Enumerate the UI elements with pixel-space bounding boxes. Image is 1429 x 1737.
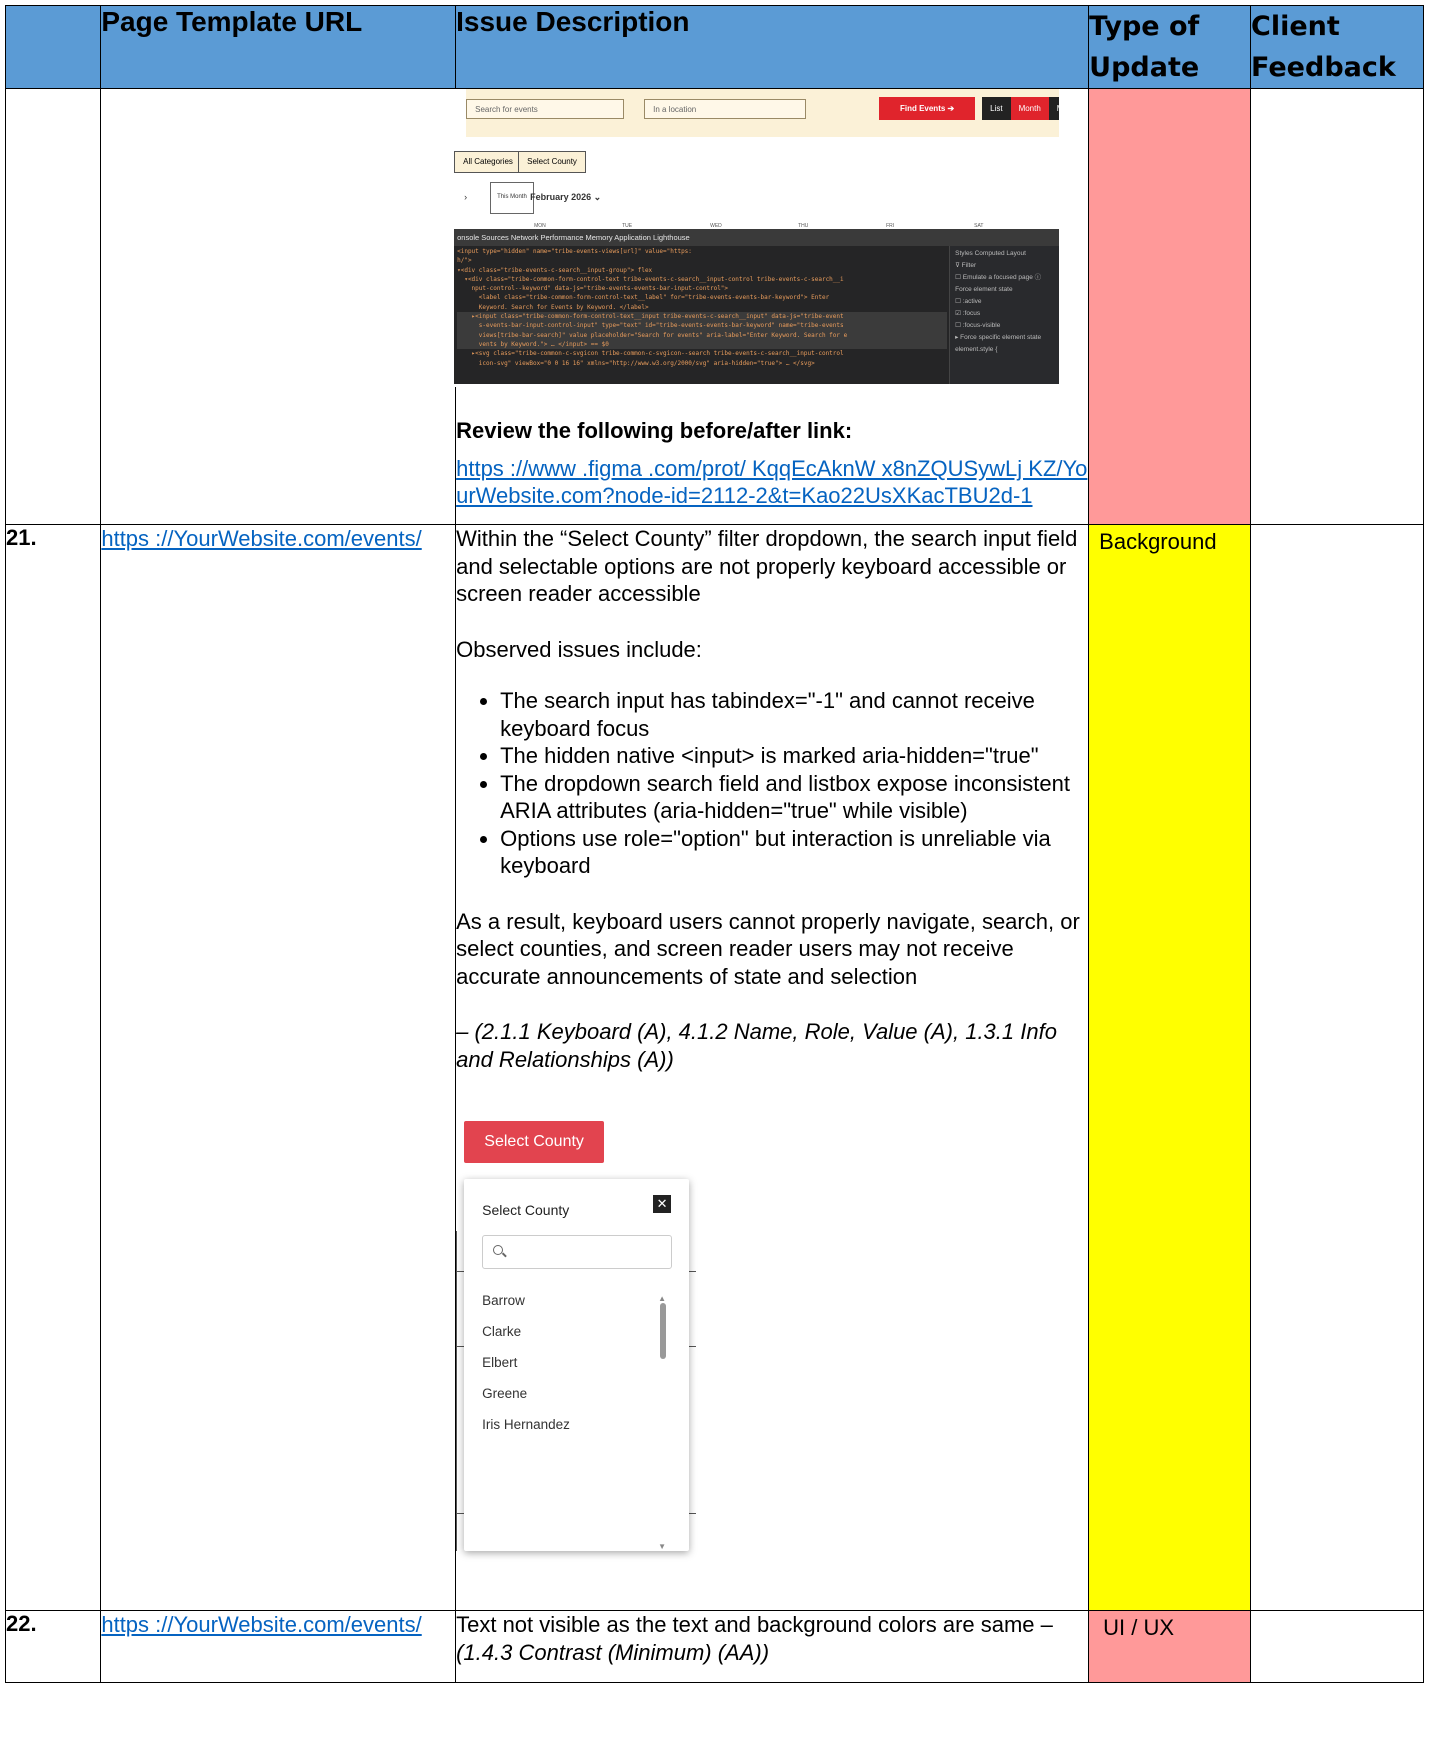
county-option: Barrow <box>482 1293 525 1308</box>
wcag-criteria: (1.4.3 Contrast (Minimum) (AA)) <box>456 1639 770 1665</box>
header-row: Page Template URL Issue Description Type… <box>4 5 1424 89</box>
listbox-scrollbar <box>660 1303 667 1359</box>
devtools-panel: onsole Sources Network Performance Memor… <box>454 229 1060 384</box>
description-cell: Search for events In a location Find Eve… <box>454 88 1090 525</box>
styles-tabs: Styles Computed Layout <box>955 250 1026 257</box>
all-categories-button: All Categories <box>454 151 522 173</box>
county-option: Iris Hernandez <box>482 1417 570 1432</box>
scroll-down-icon: ▼ <box>658 1542 667 1551</box>
code-line: Keyword. Search for Events by Keyword. <… <box>457 303 649 311</box>
type-cell: UI / UX <box>1088 1610 1252 1683</box>
header-page-template-url: Page Template URL <box>100 5 457 89</box>
list-item: Options use role="option" but interactio… <box>500 825 1088 880</box>
code-line: ▾<div class="tribe-events-c-search__inpu… <box>457 266 653 274</box>
close-icon: ✕ <box>653 1195 672 1213</box>
view-map: Map <box>1048 97 1060 120</box>
row-number: 22. <box>4 1610 102 1683</box>
page-url-link[interactable]: https ://YourWebsite.com/events/ <box>101 526 421 551</box>
client-feedback-cell <box>1250 88 1424 525</box>
list-item: The hidden native <input> is marked aria… <box>500 742 1088 770</box>
table-row: Search for events In a location Find Eve… <box>4 88 1424 525</box>
styles-line: ☑ :focus <box>955 310 981 317</box>
select-county-button: Select County <box>464 1121 605 1163</box>
weekday-header: MON TUE WED THU FRI SAT <box>534 223 984 229</box>
result-text: As a result, keyboard users cannot prope… <box>456 908 1080 989</box>
styles-line: ▸ Force specific element state <box>955 334 1042 341</box>
location-input: In a location <box>644 99 807 119</box>
select-county-button-small: Select County <box>518 151 586 173</box>
select-county-screenshot: Select County Select County ✕ Barrow Cla… <box>456 1121 697 1551</box>
type-badge: UI / UX <box>1103 1615 1175 1640</box>
county-search-input <box>482 1235 673 1269</box>
view-month: Month <box>1010 97 1049 120</box>
code-line: ▸<svg class="tribe-common-c-svgicon trib… <box>457 350 844 358</box>
issue-text: Text not visible as the text and backgro… <box>456 1612 1053 1637</box>
calendar-gridline <box>456 1231 458 1551</box>
code-line: <input type="hidden" name="tribe-events-… <box>457 248 692 255</box>
figma-review-link[interactable]: https ://www .figma .com/prot/ KqqEcAknW… <box>456 456 1087 509</box>
header-client-feedback: Client Feedback <box>1250 5 1424 89</box>
url-cell: https ://YourWebsite.com/events/ <box>100 524 457 1611</box>
dropdown-title: Select County <box>482 1202 570 1218</box>
styles-line: ⊽ Filter <box>955 262 977 269</box>
code-line: views[tribe-bar-search]" value placehold… <box>457 330 948 340</box>
header-type-of-update: Type of Update <box>1088 5 1252 89</box>
client-feedback-cell <box>1250 1610 1424 1683</box>
type-badge: Background <box>1099 529 1221 555</box>
view-switcher: List Month Map <box>982 97 1060 120</box>
list-item: The search input has tabindex="-1" and c… <box>500 687 1088 742</box>
devtools-styles-pane: Styles Computed Layout ⊽ Filter ☐ Emulate… <box>949 246 1060 384</box>
review-label: Review the following before/after link: <box>456 418 853 443</box>
code-line: s-events-bar-input-control-input" type="… <box>457 321 948 331</box>
type-cell: Background <box>1088 524 1252 1611</box>
chevron-right-icon: › <box>464 192 468 202</box>
county-option: Elbert <box>482 1355 518 1370</box>
wcag-criteria: – (2.1.1 Keyboard (A), 4.1.2 Name, Role,… <box>456 1019 1057 1072</box>
type-cell <box>1088 88 1252 525</box>
code-line: h/"> <box>457 257 472 265</box>
description-cell: Text not visible as the text and backgro… <box>455 1610 1090 1683</box>
table-row: 22. https ://YourWebsite.com/events/ Tex… <box>4 1610 1424 1683</box>
code-line: ▾<div class="tribe-common-form-control-t… <box>457 275 844 283</box>
code-line: ▸<input class="tribe-common-form-control… <box>457 312 948 322</box>
devtools-tabs: onsole Sources Network Performance Memor… <box>454 229 1060 246</box>
search-events-input: Search for events <box>466 99 625 119</box>
list-item: The dropdown search field and listbox ex… <box>500 770 1088 825</box>
issue-intro: Within the “Select County” filter dropdo… <box>456 526 1078 606</box>
issue-list: The search input has tabindex="-1" and c… <box>456 687 1088 880</box>
header-issue-description: Issue Description <box>455 5 1090 89</box>
code-line: vents by Keyword."> … </input> == $0 <box>457 339 948 350</box>
search-icon <box>493 1245 504 1255</box>
county-option: Clarke <box>482 1324 522 1339</box>
events-search-bar: Search for events In a location Find Eve… <box>466 89 1060 137</box>
page-url-link[interactable]: https ://YourWebsite.com/events/ <box>101 1612 421 1637</box>
view-list: List <box>982 97 1011 120</box>
url-cell: https ://YourWebsite.com/events/ <box>100 1610 457 1683</box>
description-cell: Within the “Select County” filter dropdo… <box>455 524 1090 1611</box>
styles-line: element.style { <box>955 346 998 353</box>
row-number: 21. <box>4 524 102 1611</box>
styles-line: ☐ :active <box>955 298 982 305</box>
header-number <box>4 5 102 89</box>
url-cell <box>100 88 457 525</box>
find-events-button: Find Events ➔ <box>879 97 976 120</box>
code-line: icon-svg" viewBox="0 0 16 16" xmlns="htt… <box>457 359 815 367</box>
table-row: 21. https ://YourWebsite.com/events/ Wit… <box>4 524 1424 1611</box>
county-dropdown-panel: Select County ✕ Barrow Clarke Elbert Gre… <box>464 1179 690 1551</box>
issues-table: Page Template URL Issue Description Type… <box>4 5 1424 1683</box>
code-line: nput-control--keyword" data-js="tribe-ev… <box>457 285 729 293</box>
client-feedback-cell <box>1250 524 1424 1611</box>
styles-line: ☐ Emulate a focused page ⓘ <box>955 274 1042 281</box>
county-listbox: Barrow Clarke Elbert Greene Iris Hernand… <box>482 1285 570 1440</box>
row-number-cell <box>4 88 102 525</box>
code-line: <label class="tribe-common-form-control-… <box>457 294 830 302</box>
styles-line: Force element state <box>955 286 1013 293</box>
devtools-code: <input type="hidden" name="tribe-events-… <box>457 247 948 368</box>
this-month-button: This Month <box>490 182 534 214</box>
events-devtools-screenshot: Search for events In a location Find Eve… <box>454 89 1060 387</box>
county-option: Greene <box>482 1386 528 1401</box>
styles-line: ☐ :focus-visible <box>955 322 1001 329</box>
month-picker: February 2026 ⌄ <box>530 192 602 202</box>
observed-label: Observed issues include: <box>456 636 702 662</box>
